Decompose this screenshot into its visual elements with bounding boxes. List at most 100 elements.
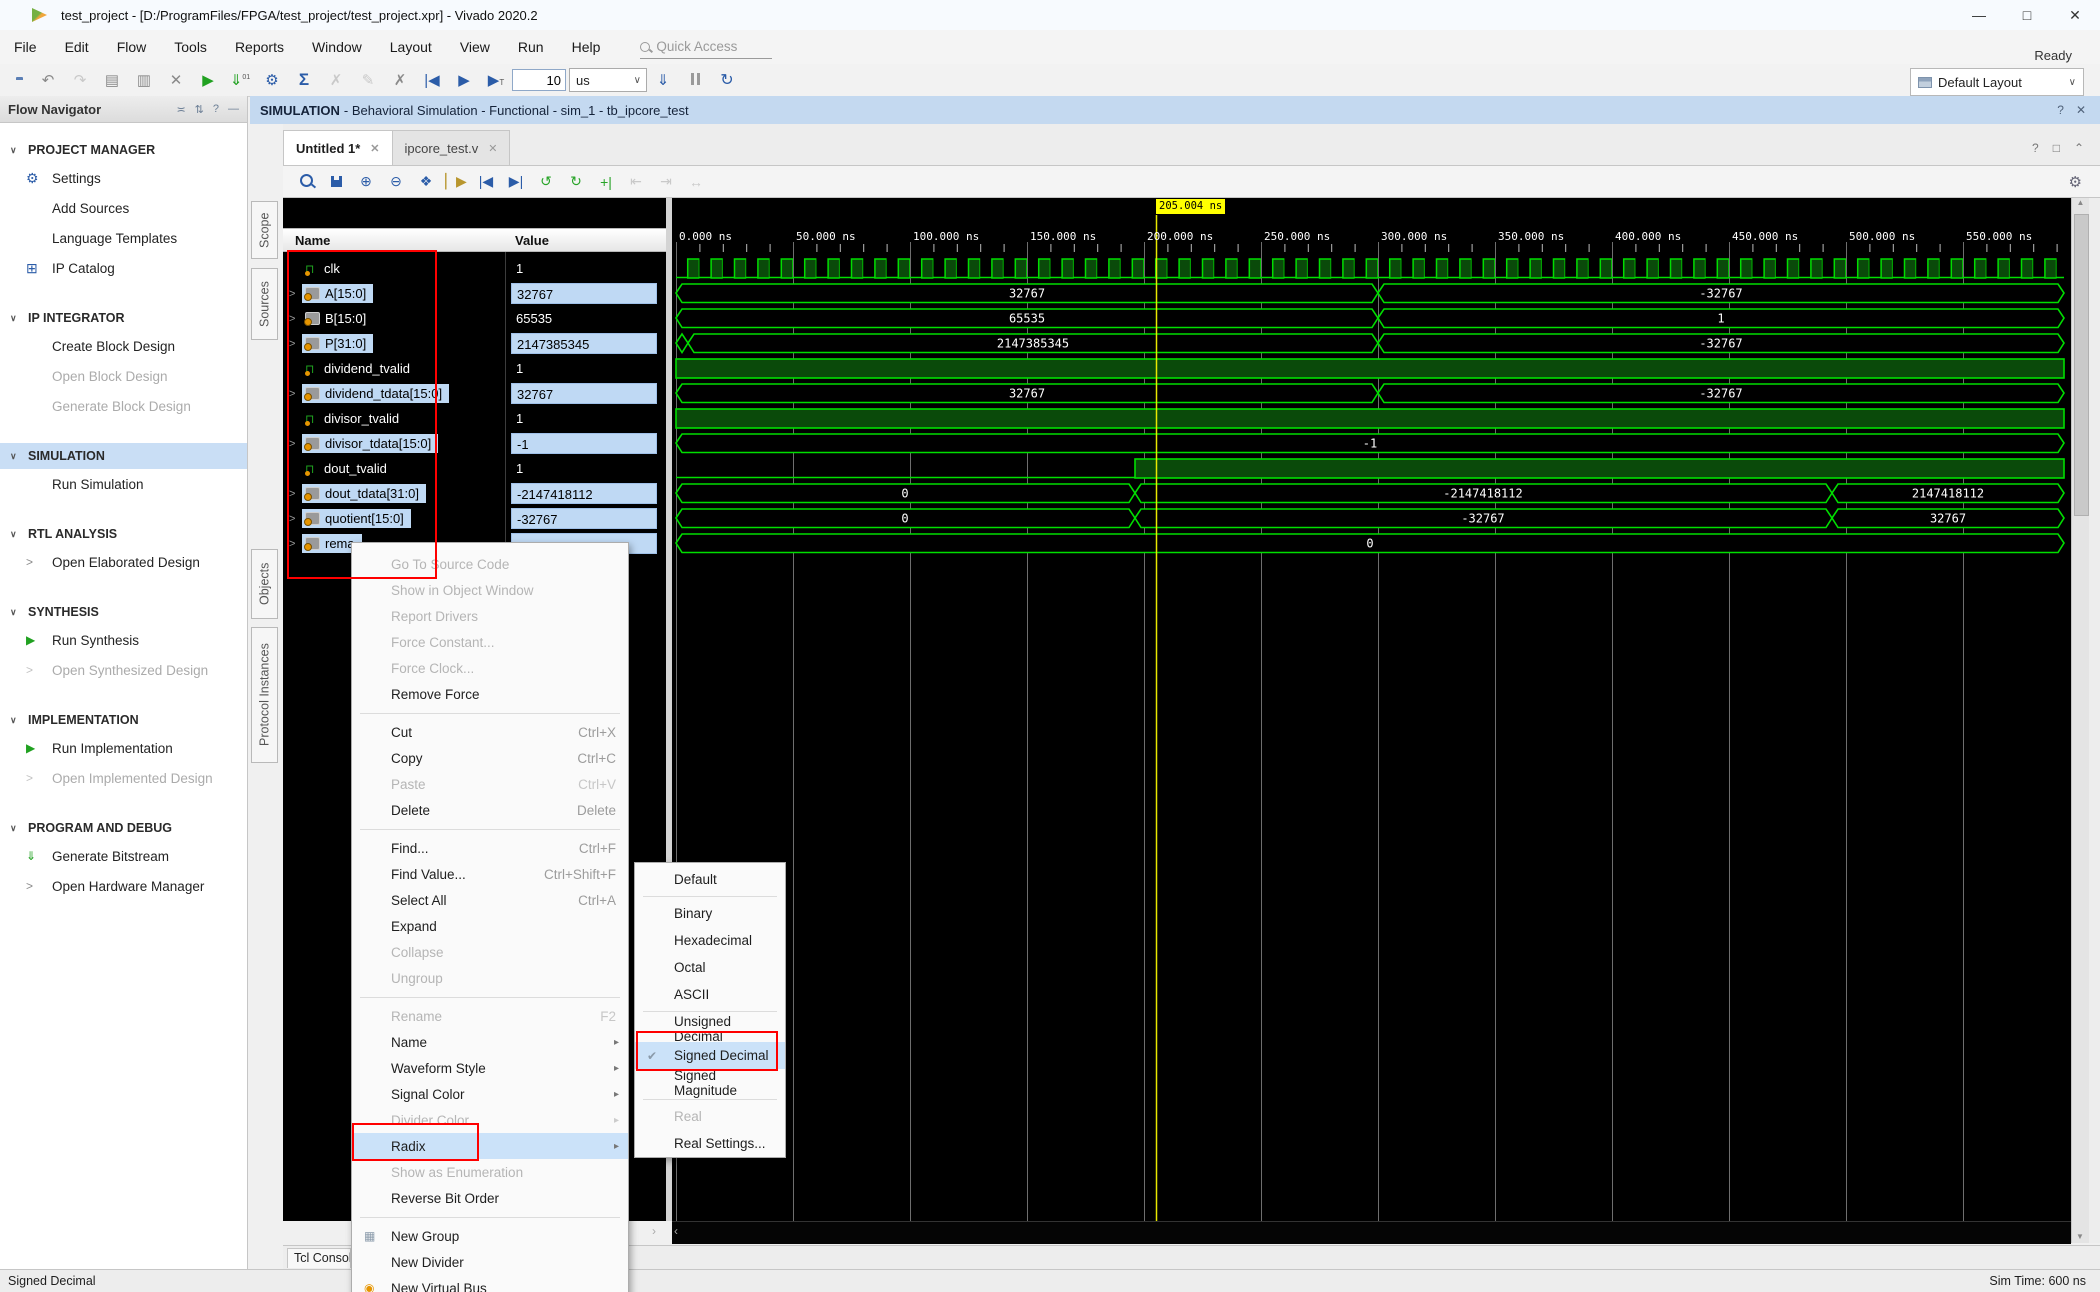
context-menu-item[interactable]: Expand: [352, 913, 628, 939]
zoom-fit-button[interactable]: ❖: [411, 173, 441, 190]
minimize-button[interactable]: —: [1968, 7, 1990, 24]
flow-section-program-debug[interactable]: ∨PROGRAM AND DEBUG: [0, 815, 247, 841]
flow-nav-item[interactable]: Generate Block Design: [0, 391, 247, 421]
float-window-icon[interactable]: □: [2053, 141, 2060, 155]
radix-submenu-item[interactable]: Real: [635, 1103, 785, 1130]
collapse-all-icon[interactable]: ≍: [176, 103, 185, 116]
expand-chevron-icon[interactable]: >: [289, 313, 302, 325]
delete-button[interactable]: ✕: [160, 71, 192, 89]
zoom-out-button[interactable]: ⊖: [381, 173, 411, 190]
step-button[interactable]: ⇓: [647, 71, 679, 89]
context-menu-item[interactable]: Show as Enumeration: [352, 1159, 628, 1185]
context-menu-item[interactable]: Collapse: [352, 939, 628, 965]
signal-row[interactable]: > ⊓ dividend_tdata[15:0] 32767: [283, 381, 666, 406]
flow-nav-item[interactable]: Add Sources: [0, 193, 247, 223]
signal-name-cell[interactable]: ⊓ divisor_tdata[15:0]: [302, 434, 438, 453]
radix-submenu-item[interactable]: ASCII: [635, 981, 785, 1008]
tab-untitled-1[interactable]: Untitled 1* ✕: [283, 130, 393, 165]
context-menu-item[interactable]: Find Value... Ctrl+Shift+F: [352, 861, 628, 887]
context-menu-item[interactable]: Waveform Style ▸: [352, 1055, 628, 1081]
flow-nav-item[interactable]: Open Block Design: [0, 361, 247, 391]
context-menu-item[interactable]: Signal Color ▸: [352, 1081, 628, 1107]
save-waveform-button[interactable]: [321, 174, 351, 190]
maximize-button[interactable]: □: [2016, 7, 2038, 24]
context-menu-item[interactable]: Rename F2: [352, 1003, 628, 1029]
vertical-scrollbar[interactable]: ▲ ▼: [2071, 198, 2089, 1243]
sum-reports-icon[interactable]: Σ: [288, 70, 320, 90]
signal-row[interactable]: > ⊓ dout_tvalid 1: [283, 456, 666, 481]
flow-nav-item[interactable]: Create Block Design: [0, 331, 247, 361]
expand-chevron-icon[interactable]: >: [289, 288, 302, 300]
maximize-panel-icon[interactable]: ⌃: [2074, 141, 2084, 155]
menubar-item[interactable]: Run: [504, 39, 558, 55]
context-menu-item[interactable]: Radix ▸: [352, 1133, 628, 1159]
flow-section-rtl-analysis[interactable]: ∨RTL ANALYSIS: [0, 521, 247, 547]
close-tab-icon[interactable]: ✕: [370, 142, 379, 155]
signal-name-cell[interactable]: ⊓ quotient[15:0]: [302, 509, 411, 528]
context-menu-item[interactable]: Show in Object Window: [352, 577, 628, 603]
next-transition-button[interactable]: ▶|: [501, 173, 531, 190]
expand-chevron-icon[interactable]: >: [289, 513, 302, 525]
signal-row[interactable]: > ⊓ dout_tdata[31:0] -2147418112: [283, 481, 666, 506]
flow-section-project-manager[interactable]: ∨PROJECT MANAGER: [0, 137, 247, 163]
radix-submenu-item[interactable]: [635, 893, 785, 900]
context-menu-item[interactable]: Go To Source Code: [352, 551, 628, 577]
flow-section-synthesis[interactable]: ∨SYNTHESIS: [0, 599, 247, 625]
cursor-time-flag[interactable]: 205.004 ns: [1156, 199, 1225, 214]
radix-submenu-item[interactable]: Octal: [635, 954, 785, 981]
run-for-time-button[interactable]: ▶T: [480, 71, 512, 89]
expand-chevron-icon[interactable]: >: [289, 488, 302, 500]
flow-nav-item[interactable]: Language Templates: [0, 223, 247, 253]
undo-button[interactable]: ↶: [32, 71, 64, 89]
radix-submenu-item[interactable]: Real Settings...: [635, 1130, 785, 1157]
flow-nav-item[interactable]: >Open Hardware Manager: [0, 871, 247, 901]
context-menu-item[interactable]: ▦ New Group: [352, 1223, 628, 1249]
expand-chevron-icon[interactable]: >: [289, 538, 302, 550]
flow-nav-item[interactable]: ▶Run Synthesis: [0, 625, 247, 655]
collapse-right-icon[interactable]: ‹: [674, 1224, 678, 1238]
tab-objects[interactable]: Objects: [251, 549, 278, 619]
settings-gear-icon[interactable]: ⚙: [256, 71, 288, 89]
goto-cursor-button[interactable]: ▏▶: [441, 173, 471, 190]
radix-submenu-item[interactable]: Binary: [635, 900, 785, 927]
context-menu-item[interactable]: Paste Ctrl+V: [352, 771, 628, 797]
radix-submenu-item[interactable]: [635, 1096, 785, 1103]
scroll-down-icon[interactable]: ▼: [2076, 1232, 2084, 1241]
wave-settings-gear-icon[interactable]: ⚙: [2069, 173, 2082, 191]
close-button[interactable]: ✕: [2064, 7, 2086, 24]
menubar-item[interactable]: Edit: [51, 39, 103, 55]
close-tab-icon[interactable]: ✕: [488, 142, 497, 155]
context-menu-item[interactable]: Reverse Bit Order: [352, 1185, 628, 1211]
scroll-up-icon[interactable]: ▲: [2077, 198, 2085, 207]
radix-submenu-item[interactable]: Signed Magnitude: [635, 1069, 785, 1096]
context-menu-item[interactable]: Name ▸: [352, 1029, 628, 1055]
signal-row[interactable]: > ⊓ dividend_tvalid 1: [283, 356, 666, 381]
find-button[interactable]: [291, 174, 321, 190]
menubar-item[interactable]: Tools: [160, 39, 221, 55]
context-menu-item[interactable]: Force Constant...: [352, 629, 628, 655]
run-all-button[interactable]: ▶: [448, 71, 480, 89]
expand-chevron-icon[interactable]: >: [289, 338, 302, 350]
swap-cursor-next-icon[interactable]: ↻: [561, 173, 591, 190]
name-column-header[interactable]: Name: [283, 233, 330, 248]
add-marker-button[interactable]: +|: [591, 174, 621, 190]
previous-transition-button[interactable]: |◀: [471, 173, 501, 190]
context-menu-item[interactable]: [352, 1211, 628, 1223]
menubar-item[interactable]: Window: [298, 39, 376, 55]
menubar-item[interactable]: Layout: [376, 39, 446, 55]
menubar-item[interactable]: View: [446, 39, 504, 55]
flow-nav-item[interactable]: >Open Elaborated Design: [0, 547, 247, 577]
context-menu-item[interactable]: Copy Ctrl+C: [352, 745, 628, 771]
context-menu-item[interactable]: Delete Delete: [352, 797, 628, 823]
signal-name-cell[interactable]: ⊓ P[31:0]: [302, 334, 373, 353]
radix-submenu-item[interactable]: Hexadecimal: [635, 927, 785, 954]
break-icon[interactable]: ✗: [384, 71, 416, 89]
tab-tcl-console[interactable]: Tcl Consol: [287, 1248, 351, 1268]
signal-row[interactable]: > ⊓ A[15:0] 32767: [283, 281, 666, 306]
context-menu-item[interactable]: Find... Ctrl+F: [352, 835, 628, 861]
context-menu-item[interactable]: ◉ New Virtual Bus: [352, 1275, 628, 1292]
run-button[interactable]: ▶: [192, 71, 224, 89]
time-unit-select[interactable]: us ∨: [569, 68, 647, 92]
expand-chevron-icon[interactable]: >: [289, 438, 302, 450]
context-menu-item[interactable]: Divider Color ▸: [352, 1107, 628, 1133]
